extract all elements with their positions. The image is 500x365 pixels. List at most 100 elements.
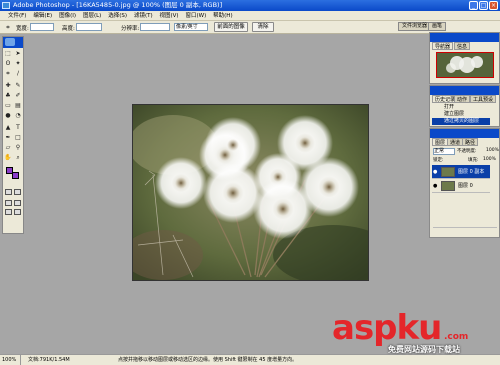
history-title-bar [430, 86, 499, 95]
menu-filter[interactable]: 滤镜(T) [134, 11, 153, 21]
clear-button[interactable]: 清除 [252, 22, 274, 32]
tab-layers[interactable]: 图层 [432, 138, 449, 146]
photoshop-feather-icon[interactable] [5, 38, 15, 46]
navigator-thumbnail [446, 56, 483, 73]
navigator-panel: 导航器 信息 [429, 32, 500, 84]
lock-label: 锁定: [433, 158, 444, 163]
move-tool-icon[interactable]: ➤ [14, 50, 22, 58]
menu-view[interactable]: 视图(V) [160, 11, 179, 21]
history-item-new-layer[interactable]: 建立图层 [432, 111, 490, 118]
crop-tool-icon[interactable]: ⌗ [4, 24, 12, 32]
history-item-open[interactable]: 打开 [432, 104, 490, 111]
resolution-input[interactable] [140, 23, 170, 31]
history-item-layer-via-copy[interactable]: 通过拷贝的图层 [432, 118, 490, 125]
layers-panel-footer [433, 227, 497, 235]
pen-tool-icon[interactable]: ✒ [4, 134, 12, 142]
window-title: Adobe Photoshop - [16KA5485-0.jpg @ 100%… [13, 1, 223, 9]
menu-file[interactable]: 文件(F) [8, 11, 26, 21]
type-tool-icon[interactable]: T [14, 124, 22, 132]
history-brush-icon[interactable]: ✐ [14, 92, 22, 100]
zoom-level[interactable]: 100% [2, 355, 22, 365]
slice-tool-icon[interactable]: ∕ [14, 70, 22, 78]
navigator-preview[interactable] [436, 52, 494, 78]
full-screen-icon[interactable] [5, 209, 12, 215]
maximize-button[interactable]: □ [479, 1, 488, 10]
menu-select[interactable]: 选择(S) [108, 11, 127, 21]
jump-to-imageready-icon[interactable] [14, 209, 21, 215]
hand-tool-icon[interactable]: ✋ [4, 154, 12, 162]
healing-brush-icon[interactable]: ✚ [4, 82, 12, 90]
layers-title-bar [430, 129, 499, 138]
blend-mode-value: 正常 [434, 148, 445, 154]
tab-navigator[interactable]: 导航器 [432, 42, 454, 50]
navigator-title-bar [430, 33, 499, 42]
height-label: 高度: [62, 26, 75, 32]
brush-tool-icon[interactable]: ✎ [14, 82, 22, 90]
menu-window[interactable]: 窗口(W) [186, 11, 207, 21]
photoshop-app-icon [2, 2, 10, 9]
tab-info[interactable]: 信息 [454, 42, 471, 50]
history-item-label: 建立图层 [444, 111, 465, 117]
layer-name: 图层 0 副本 [458, 169, 485, 175]
tab-tool-presets[interactable]: 工具预设 [470, 95, 497, 103]
watermark-logo: aspku [332, 308, 442, 348]
eye-icon[interactable]: ● [433, 183, 439, 189]
height-input[interactable] [76, 23, 102, 31]
blur-tool-icon[interactable]: ● [4, 112, 12, 120]
menu-edit[interactable]: 编辑(E) [33, 11, 52, 21]
resolution-unit-value: 像素/英寸 [176, 24, 198, 30]
gradient-tool-icon[interactable]: ▤ [14, 102, 22, 110]
layer-row-base[interactable]: ● 图层 0 [432, 179, 490, 193]
toolbox-header [3, 37, 23, 48]
tab-file-browser[interactable]: 文件浏览器 [398, 22, 432, 31]
width-input[interactable] [30, 23, 54, 31]
full-screen-menu-icon[interactable] [14, 200, 21, 206]
opacity-value[interactable]: 100% [486, 148, 499, 153]
resolution-unit-select[interactable]: 像素/英寸 [174, 23, 208, 31]
menu-bar: 文件(F) 编辑(E) 图像(I) 图层(L) 选择(S) 滤镜(T) 视图(V… [0, 11, 500, 21]
magic-wand-tool-icon[interactable]: ✦ [14, 60, 22, 68]
standard-mode-icon[interactable] [5, 189, 12, 195]
menu-image[interactable]: 图像(I) [59, 11, 76, 21]
status-hint: 点按并拖移以移动图层或移动选区的边缘。使用 Shift 键限制在 45 度增量方… [118, 357, 298, 363]
layer-row-copy[interactable]: ● 图层 0 副本 [432, 165, 490, 179]
tab-brushes[interactable]: 画笔 [428, 22, 447, 31]
tab-actions[interactable]: 动作 [454, 95, 471, 103]
menu-help[interactable]: 帮助(H) [213, 11, 232, 21]
background-color-swatch[interactable] [12, 172, 19, 179]
clone-stamp-icon[interactable]: ♣ [4, 92, 12, 100]
watermark: aspku .com 免费网站源码下载站 [332, 308, 492, 356]
quick-mask-mode-icon[interactable] [14, 189, 21, 195]
tab-paths[interactable]: 路径 [462, 138, 479, 146]
opacity-label: 不透明度: [457, 149, 477, 154]
resolution-label: 分辨率: [121, 26, 140, 32]
history-item-label: 打开 [444, 104, 455, 110]
dodge-tool-icon[interactable]: ◔ [14, 112, 22, 120]
eye-icon[interactable]: ● [433, 169, 439, 175]
crop-tool-icon[interactable]: ⌗ [4, 70, 12, 78]
tab-channels[interactable]: 通道 [447, 138, 464, 146]
marquee-tool-icon[interactable]: ⬚ [4, 50, 12, 58]
path-selection-icon[interactable]: ▲ [4, 124, 12, 132]
layers-panel: 图层 通道 路径 正常 不透明度: 100% 锁定: 填充: 100% ● 图层… [429, 128, 500, 238]
standard-screen-icon[interactable] [5, 200, 12, 206]
minimize-button[interactable]: _ [469, 1, 478, 10]
fill-label: 填充: [468, 158, 479, 163]
notes-tool-icon[interactable]: ▱ [4, 144, 12, 152]
close-button[interactable]: × [489, 1, 498, 10]
document-canvas[interactable] [132, 104, 369, 281]
eyedropper-tool-icon[interactable]: ⚲ [14, 144, 22, 152]
zoom-tool-icon[interactable]: ⌕ [14, 154, 22, 162]
watermark-domain: .com [444, 332, 469, 342]
shape-tool-icon[interactable]: □ [14, 134, 22, 142]
blend-mode-select[interactable]: 正常 [433, 148, 455, 155]
width-label: 宽度: [16, 26, 29, 32]
fill-value[interactable]: 100% [483, 157, 496, 162]
document-size[interactable]: 文档:791K/1.54M [28, 355, 70, 365]
toolbox: ⬚ ➤ ʘ ✦ ⌗ ∕ ✚ ✎ ♣ ✐ ▭ ▤ ● ◔ ▲ T ✒ □ ▱ ⚲ … [2, 36, 24, 234]
watermark-subtitle: 免费网站源码下载站 [388, 345, 460, 354]
lasso-tool-icon[interactable]: ʘ [4, 60, 12, 68]
eraser-tool-icon[interactable]: ▭ [4, 102, 12, 110]
menu-layer[interactable]: 图层(L) [83, 11, 101, 21]
front-image-button[interactable]: 前面的图像 [214, 22, 248, 32]
